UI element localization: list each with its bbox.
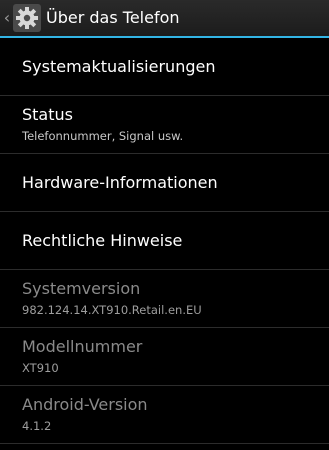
page-title: Über das Telefon	[46, 8, 180, 27]
list-item-summary: 982.124.14.XT910.Retail.en.EU	[22, 303, 202, 317]
action-bar: ‹ Über das Telefon	[0, 0, 329, 36]
list-item-system-version: Systemversion 982.124.14.XT910.Retail.en…	[0, 270, 329, 328]
list-item-summary: 4.1.2	[22, 419, 52, 433]
settings-gear-icon[interactable]	[13, 4, 41, 32]
list-item-title: Systemversion	[22, 279, 141, 298]
list-item-model-number: Modellnummer XT910	[0, 328, 329, 386]
list-item-status[interactable]: Status Telefonnummer, Signal usw.	[0, 96, 329, 154]
list-item-title: Modellnummer	[22, 337, 143, 356]
list-item-summary: XT910	[22, 361, 59, 375]
settings-list: Systemaktualisierungen Status Telefonnum…	[0, 38, 329, 444]
list-item-title: Rechtliche Hinweise	[22, 231, 183, 250]
list-item-legal-notices[interactable]: Rechtliche Hinweise	[0, 212, 329, 270]
list-item-hardware-info[interactable]: Hardware-Informationen	[0, 154, 329, 212]
list-item-title: Status	[22, 105, 73, 124]
list-item-summary: Telefonnummer, Signal usw.	[22, 129, 184, 143]
list-item-title: Android-Version	[22, 395, 148, 414]
list-item-system-updates[interactable]: Systemaktualisierungen	[0, 38, 329, 96]
list-item-android-version[interactable]: Android-Version 4.1.2	[0, 386, 329, 444]
list-item-title: Systemaktualisierungen	[22, 57, 216, 76]
list-item-title: Hardware-Informationen	[22, 173, 218, 192]
up-caret-icon[interactable]: ‹	[2, 6, 12, 30]
